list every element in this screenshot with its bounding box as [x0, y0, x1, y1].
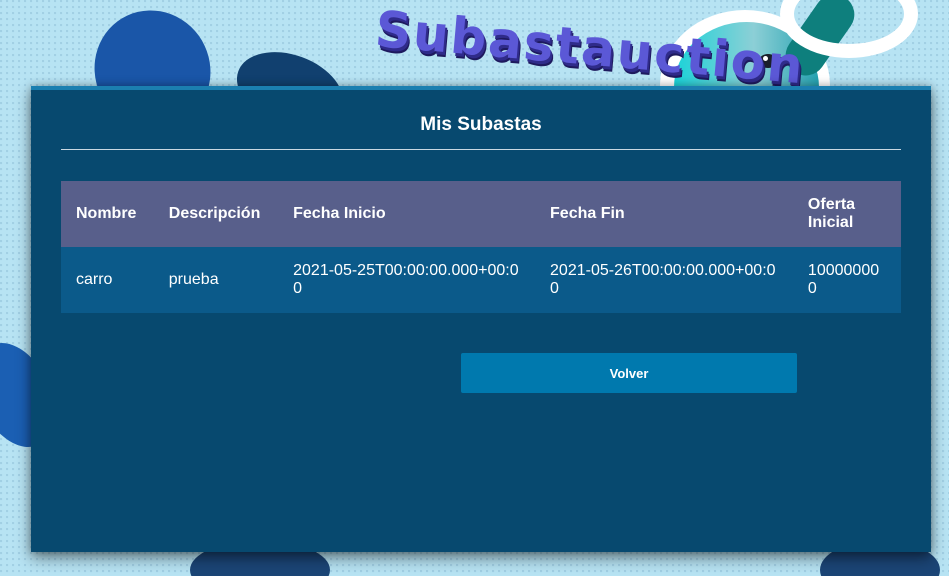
- title-divider: [61, 149, 901, 150]
- cell-descripcion: prueba: [168, 271, 219, 288]
- column-header-oferta-inicial: Oferta Inicial: [807, 196, 856, 231]
- auctions-table: Nombre Descripción Fecha Inicio Fecha Fi…: [61, 181, 901, 313]
- cell-fecha-inicio: 2021-05-25T00:00:00.000+00:00: [293, 262, 519, 297]
- back-button[interactable]: Volver: [461, 353, 797, 393]
- table-header-row: Nombre Descripción Fecha Inicio Fecha Fi…: [61, 181, 901, 247]
- column-header-descripcion: Descripción: [168, 205, 261, 222]
- page-title: Mis Subastas: [420, 114, 542, 135]
- column-header-fecha-inicio: Fecha Inicio: [293, 205, 386, 222]
- auctions-panel: Mis Subastas Nombre Descripción Fecha In…: [31, 86, 931, 552]
- cell-nombre: carro: [76, 271, 113, 288]
- column-header-nombre: Nombre: [76, 205, 137, 222]
- column-header-fecha-fin: Fecha Fin: [550, 205, 625, 222]
- cell-fecha-fin: 2021-05-26T00:00:00.000+00:00: [550, 262, 776, 297]
- table-row: carro prueba 2021-05-25T00:00:00.000+00:…: [61, 247, 901, 313]
- cell-oferta-inicial: 100000000: [807, 262, 880, 297]
